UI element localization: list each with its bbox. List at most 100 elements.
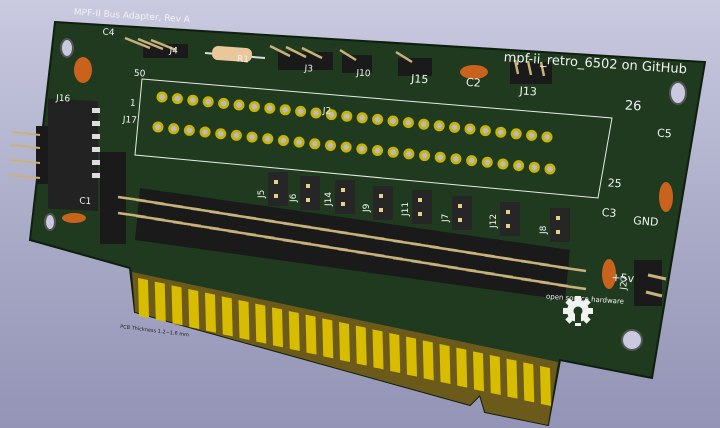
j2-hole bbox=[451, 124, 458, 131]
pin-25-label: 25 bbox=[607, 176, 622, 190]
j2-hole bbox=[174, 95, 181, 102]
j2-hole bbox=[482, 127, 489, 134]
j2-hole bbox=[344, 113, 350, 119]
j2-hole bbox=[327, 142, 334, 149]
ref-j15: J15 bbox=[410, 72, 429, 86]
ref-c4: C4 bbox=[102, 28, 115, 39]
j16-pins bbox=[8, 131, 41, 179]
gold-finger bbox=[456, 347, 468, 388]
gold-finger bbox=[389, 333, 401, 373]
j2-hole bbox=[374, 116, 381, 123]
pin-1-label: 1 bbox=[130, 99, 136, 109]
ref-j10: J10 bbox=[355, 68, 371, 79]
gold-finger bbox=[489, 355, 501, 395]
j2-hole bbox=[468, 157, 475, 164]
ref-j11: J11 bbox=[401, 202, 411, 217]
ref-j13: J13 bbox=[518, 84, 537, 98]
pcb-3d-view: MPF-II Bus Adapter, Rev A C4 J4 R1 J3 J1… bbox=[0, 0, 720, 428]
jumper-pin bbox=[418, 198, 422, 202]
label-gnd: GND bbox=[633, 214, 659, 229]
gold-finger bbox=[523, 362, 535, 403]
j2-hole bbox=[467, 126, 473, 132]
jumper-pin bbox=[379, 208, 383, 212]
gold-finger bbox=[439, 344, 451, 384]
mounting-hole bbox=[621, 329, 643, 351]
gold-finger bbox=[154, 281, 166, 322]
jumper-pin bbox=[341, 202, 345, 206]
j2-hole bbox=[437, 154, 444, 161]
gold-finger bbox=[171, 285, 183, 326]
jumper-pin bbox=[458, 204, 462, 208]
jumper-j12 bbox=[500, 202, 520, 236]
ref-j12: J12 bbox=[489, 214, 499, 229]
jumper-pin bbox=[306, 184, 310, 188]
ref-j9: J9 bbox=[362, 203, 372, 213]
jumper-pin bbox=[341, 188, 345, 192]
c5-capacitor bbox=[659, 182, 673, 212]
ref-j4: J4 bbox=[168, 46, 178, 57]
j2-hole bbox=[217, 130, 224, 137]
gold-finger bbox=[473, 351, 484, 392]
jumper-pin bbox=[506, 224, 510, 228]
board-title: MPF-II Bus Adapter, Rev A bbox=[73, 8, 191, 26]
j2-hole bbox=[513, 131, 519, 137]
jumper-j9 bbox=[373, 186, 393, 220]
gold-finger bbox=[339, 322, 350, 362]
gold-finger bbox=[506, 358, 518, 399]
j2-hole bbox=[190, 97, 196, 103]
j2-hole bbox=[343, 144, 349, 150]
ref-j14: J14 bbox=[324, 192, 334, 207]
jumper-j6 bbox=[300, 176, 320, 210]
j2-hole bbox=[220, 100, 227, 107]
ref-j27: J27 bbox=[619, 275, 631, 291]
ref-j16: J16 bbox=[55, 94, 71, 105]
power-jumper bbox=[634, 260, 662, 306]
thickness-note: PCB Thickness 1.2~1.6 mm bbox=[120, 324, 190, 338]
j2-hole bbox=[233, 132, 240, 139]
ref-j8: J8 bbox=[539, 225, 549, 235]
j2-hole bbox=[436, 123, 443, 129]
j2-hole bbox=[159, 94, 165, 100]
gold-finger bbox=[238, 300, 250, 340]
gold-finger bbox=[322, 318, 334, 359]
jumper-pin bbox=[418, 212, 422, 216]
j2-hole bbox=[313, 110, 319, 116]
jumper-pin bbox=[306, 198, 310, 202]
ref-j6: J6 bbox=[289, 193, 299, 203]
j2-hole bbox=[421, 121, 427, 127]
jumper-j5 bbox=[268, 172, 288, 206]
j2-hole bbox=[531, 164, 538, 171]
ref-c1: C1 bbox=[79, 196, 92, 207]
j2-hole bbox=[500, 161, 506, 167]
j2-hole bbox=[249, 134, 255, 140]
j2-hole bbox=[170, 125, 177, 132]
ref-c5: C5 bbox=[657, 127, 673, 141]
j2-hole bbox=[186, 127, 193, 134]
j2-hole bbox=[405, 119, 412, 126]
j2-hole bbox=[280, 137, 287, 144]
gold-finger bbox=[221, 296, 233, 337]
j2-hole bbox=[406, 151, 412, 157]
j2-hole bbox=[205, 99, 211, 105]
jumper-pin bbox=[274, 194, 278, 198]
j2-hole bbox=[359, 115, 366, 121]
ref-c2: C2 bbox=[466, 76, 482, 90]
gold-finger bbox=[355, 325, 367, 366]
j2-hole bbox=[236, 102, 242, 108]
j2-hole bbox=[390, 149, 397, 155]
j2-hole bbox=[267, 105, 273, 111]
j2-hole bbox=[544, 134, 550, 140]
j2-hole bbox=[498, 129, 504, 135]
jumper-pin bbox=[506, 210, 510, 214]
ic-chip bbox=[48, 98, 98, 212]
ref-j17: J17 bbox=[121, 115, 137, 126]
mounting-hole bbox=[60, 38, 74, 58]
j2-hole bbox=[202, 129, 208, 135]
mounting-hole bbox=[44, 213, 56, 231]
jumper-pin bbox=[379, 194, 383, 198]
gold-finger bbox=[272, 307, 283, 348]
gold-finger bbox=[305, 314, 317, 355]
pin-50-label: 50 bbox=[134, 69, 146, 80]
jumper-pin bbox=[458, 218, 462, 222]
gold-finger bbox=[372, 329, 384, 370]
